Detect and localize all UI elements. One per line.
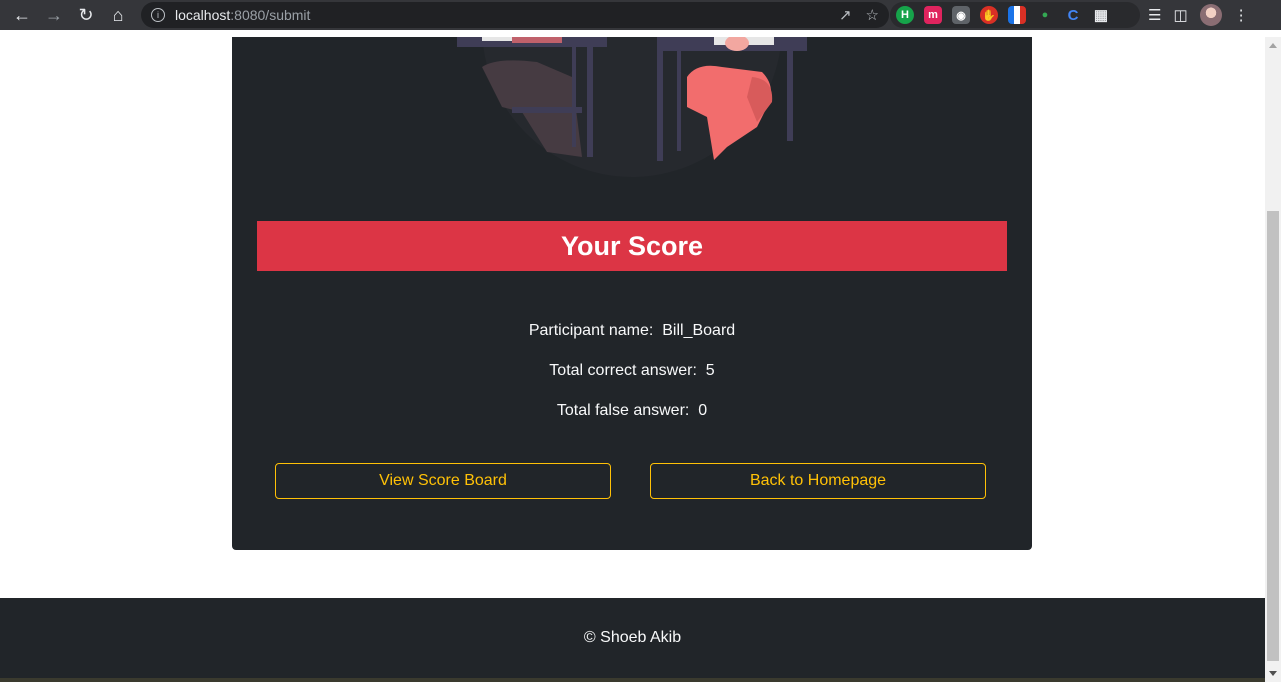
side-panel-icon[interactable]: ◫ [1173, 6, 1187, 24]
url-text[interactable]: localhost:8080/submit [175, 7, 310, 23]
extension-hand-icon[interactable]: ✋ [980, 6, 998, 24]
browser-toolbar: ← → ↻ ⌂ i localhost:8080/submit ↗ ☆ H m … [0, 0, 1281, 30]
footer-divider [0, 678, 1265, 682]
extension-c-icon[interactable]: C [1064, 6, 1082, 24]
vertical-scrollbar[interactable] [1265, 37, 1281, 682]
false-answer-value: 0 [698, 402, 708, 419]
scroll-up-arrow-icon[interactable] [1269, 43, 1277, 48]
footer: © Shoeb Akib [0, 598, 1265, 682]
reading-list-icon[interactable]: ☰ [1148, 6, 1161, 24]
participant-name-label: Participant name: [528, 322, 654, 339]
score-card: Your Score Participant name: Bill_Board … [232, 37, 1032, 550]
url-host: localhost [175, 7, 231, 23]
extensions-group: H m ◉ ✋ ● C ▦ [890, 2, 1140, 28]
scrollbar-thumb[interactable] [1267, 211, 1279, 661]
back-arrow-icon[interactable]: ← [6, 0, 38, 30]
correct-answer-label: Total correct answer: [549, 362, 697, 379]
home-icon[interactable]: ⌂ [102, 0, 134, 30]
more-menu-icon[interactable]: ⋮ [1234, 6, 1249, 24]
correct-answer-row: Total correct answer: 5 [232, 362, 1032, 380]
bookmark-star-icon[interactable]: ☆ [866, 6, 879, 24]
extension-globe-icon[interactable]: ● [1036, 6, 1054, 24]
share-icon[interactable]: ↗ [839, 6, 852, 24]
reload-icon[interactable]: ↻ [70, 0, 102, 30]
view-scoreboard-button[interactable]: View Score Board [275, 463, 611, 499]
forward-arrow-icon[interactable]: → [38, 0, 70, 30]
puzzle-icon[interactable]: ▦ [1092, 6, 1110, 24]
address-bar[interactable]: i localhost:8080/submit ↗ ☆ [141, 2, 889, 28]
false-answer-row: Total false answer: 0 [232, 402, 1032, 420]
extension-h-icon[interactable]: H [896, 6, 914, 24]
scroll-down-arrow-icon[interactable] [1269, 671, 1277, 676]
footer-copyright: © Shoeb Akib [583, 629, 682, 646]
site-info-icon[interactable]: i [151, 8, 165, 22]
avatar[interactable] [1199, 4, 1222, 26]
participant-name-row: Participant name: Bill_Board [232, 322, 1032, 340]
extension-flag-icon[interactable] [1008, 6, 1026, 24]
false-answer-label: Total false answer: [556, 402, 690, 419]
students-desk-illustration [457, 37, 807, 177]
extension-m-icon[interactable]: m [924, 6, 942, 24]
back-to-homepage-button[interactable]: Back to Homepage [650, 463, 986, 499]
correct-answer-value: 5 [705, 362, 715, 379]
url-path: :8080/submit [230, 7, 311, 23]
page-viewport: Your Score Participant name: Bill_Board … [0, 37, 1265, 682]
participant-name-value: Bill_Board [662, 322, 736, 339]
camera-icon[interactable]: ◉ [952, 6, 970, 24]
score-title: Your Score [257, 221, 1007, 271]
